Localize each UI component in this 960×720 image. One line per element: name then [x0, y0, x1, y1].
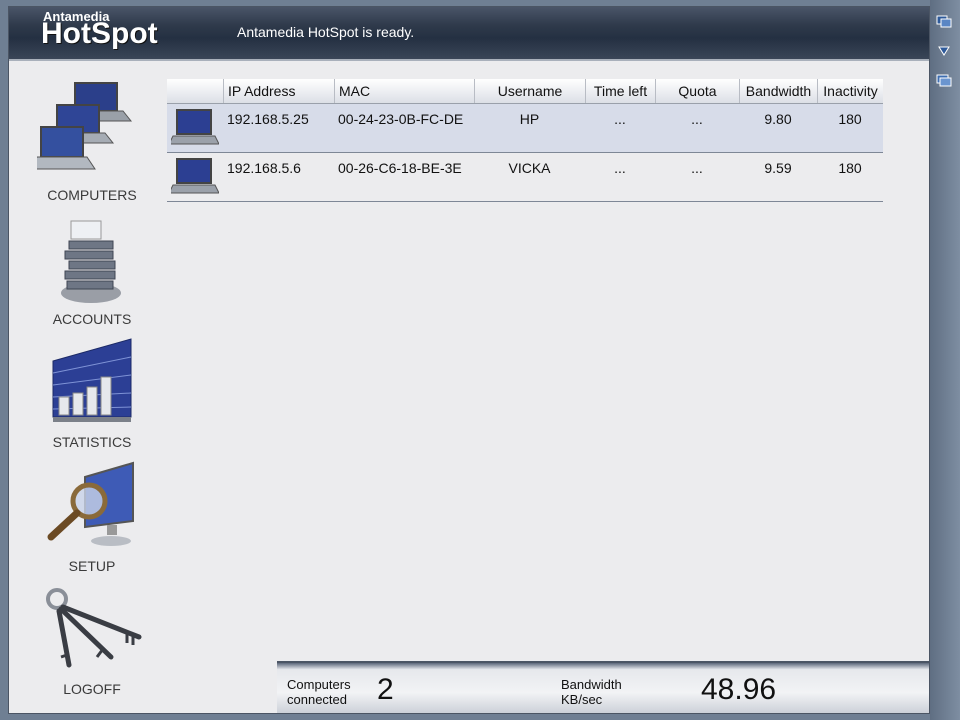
cell-ip: 192.168.5.25 [227, 111, 309, 127]
computers-count: 2 [377, 673, 394, 706]
column-header-username[interactable]: Username [474, 79, 585, 103]
cell-time-left: ... [614, 111, 626, 127]
logoff-icon [46, 588, 142, 668]
column-header-mac[interactable]: MAC [334, 79, 474, 103]
header-bar: Antamedia HotSpot Antamedia HotSpot is r… [9, 7, 929, 61]
setup-icon [47, 461, 134, 546]
cell-inactivity: 180 [838, 111, 862, 127]
footer-bar: Computers connected 2 Bandwidth KB/sec 4… [277, 661, 929, 713]
column-header-quota[interactable]: Quota [655, 79, 739, 103]
table-row[interactable]: 192.168.5.6 00-26-C6-18-BE-3E VICKA ... … [167, 153, 883, 202]
column-header-icon[interactable] [167, 79, 223, 103]
cell-mac: 00-24-23-0B-FC-DE [338, 111, 464, 127]
side-strip [930, 0, 960, 720]
sidebar-item-label: STATISTICS [52, 434, 132, 450]
cell-bandwidth: 9.80 [764, 111, 792, 127]
column-header-ip[interactable]: IP Address [223, 79, 334, 103]
main-window: Antamedia HotSpot Antamedia HotSpot is r… [8, 6, 930, 714]
laptop-icon [171, 109, 219, 145]
cell-bandwidth: 9.59 [764, 160, 792, 176]
table-row[interactable]: 192.168.5.25 00-24-23-0B-FC-DE HP ... ..… [167, 104, 883, 153]
sidebar-item-label: SETUP [68, 558, 116, 574]
cell-inactivity: 180 [838, 160, 862, 176]
computers-icon [37, 82, 133, 170]
cell-quota: ... [691, 160, 703, 176]
cell-quota: ... [691, 111, 703, 127]
computers-label-1: Computers [287, 677, 351, 692]
computers-table: IP Address MAC Username Time left Quota … [167, 79, 883, 202]
minimize-icon[interactable] [936, 14, 952, 28]
status-text: Antamedia HotSpot is ready. [237, 24, 415, 40]
sidebar-item-label: ACCOUNTS [52, 311, 132, 327]
brand-logo: HotSpot [41, 17, 158, 50]
cell-username: VICKA [508, 160, 551, 176]
cell-username: HP [519, 111, 540, 127]
table-header: IP Address MAC Username Time left Quota … [167, 79, 883, 104]
statistics-icon [52, 338, 132, 422]
cell-time-left: ... [614, 160, 626, 176]
column-header-bandwidth[interactable]: Bandwidth [739, 79, 817, 103]
column-header-time-left[interactable]: Time left [585, 79, 655, 103]
computers-label-2: connected [287, 692, 347, 707]
column-header-inactivity[interactable]: Inactivity [817, 79, 883, 103]
bandwidth-label-1: Bandwidth [561, 677, 622, 692]
bandwidth-value: 48.96 [701, 673, 777, 706]
bandwidth-label-2: KB/sec [561, 692, 603, 707]
sidebar-item-label: COMPUTERS [47, 187, 137, 203]
cell-mac: 00-26-C6-18-BE-3E [338, 160, 462, 176]
restore-icon[interactable] [936, 44, 952, 58]
cell-ip: 192.168.5.6 [227, 160, 301, 176]
accounts-icon [61, 220, 121, 303]
laptop-icon [171, 158, 219, 194]
sidebar-item-label: LOGOFF [63, 681, 121, 697]
windows-icon[interactable] [936, 74, 952, 88]
